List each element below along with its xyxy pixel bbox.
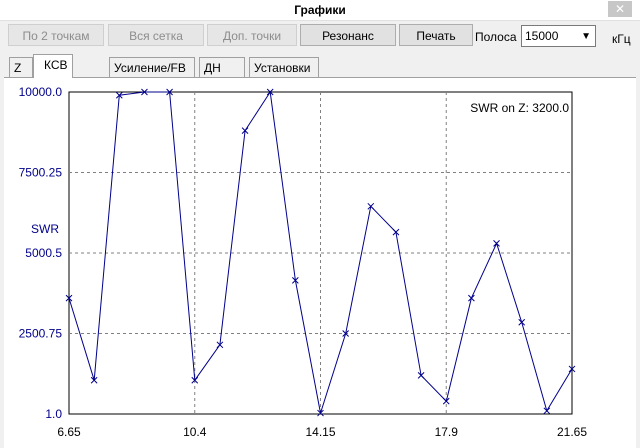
x-tick-label: 10.4: [183, 425, 207, 439]
tab-z[interactable]: Z: [9, 57, 33, 77]
band-label: Полоса: [475, 30, 517, 44]
x-tick-label: 17.9: [435, 425, 459, 439]
x-tick-label: 14.15: [305, 425, 335, 439]
print-button[interactable]: Печать: [399, 24, 473, 46]
x-tick-label: 6.65: [57, 425, 81, 439]
extra-points-button[interactable]: Доп. точки: [207, 24, 297, 46]
title-bar: Графики ✕: [0, 0, 640, 21]
unit-label: кГц: [612, 32, 631, 46]
y-tick-label: 10000.0: [19, 85, 63, 99]
tab-settings[interactable]: Установки: [249, 57, 319, 77]
tab-gain-fb[interactable]: Усиление/FB: [109, 57, 195, 77]
y-tick-label: 1.0: [45, 407, 62, 421]
toolbar: По 2 точкам Вся сетка Доп. точки Резонан…: [0, 21, 640, 53]
swr-chart: 6.65 10.4 14.15 17.9 21.65 1.0 2500.75 5000.5 75…: [19, 85, 588, 439]
y-axis-label: SWR: [31, 222, 59, 236]
close-icon[interactable]: ✕: [608, 1, 632, 17]
resonance-button[interactable]: Резонанс: [300, 24, 396, 46]
y-tick-label: 7500.25: [19, 166, 63, 180]
all-grid-button[interactable]: Вся сетка: [108, 24, 204, 46]
x-tick-label: 21.65: [557, 425, 587, 439]
chart-panel: 6.65 10.4 14.15 17.9 21.65 1.0 2500.75 5000.5 75…: [4, 77, 636, 448]
band-select[interactable]: 15000 ▼: [521, 25, 596, 47]
chart-annotation: SWR on Z: 3200.0: [470, 101, 569, 115]
y-tick-label: 5000.5: [25, 246, 62, 260]
tab-pattern[interactable]: ДН: [199, 57, 245, 77]
tab-swr[interactable]: КСВ: [33, 54, 73, 78]
two-points-button[interactable]: По 2 точкам: [8, 24, 104, 46]
band-value: 15000: [525, 29, 559, 43]
chevron-down-icon: ▼: [581, 31, 591, 42]
y-tick-label: 2500.75: [19, 327, 63, 341]
window-title: Графики: [294, 3, 346, 17]
